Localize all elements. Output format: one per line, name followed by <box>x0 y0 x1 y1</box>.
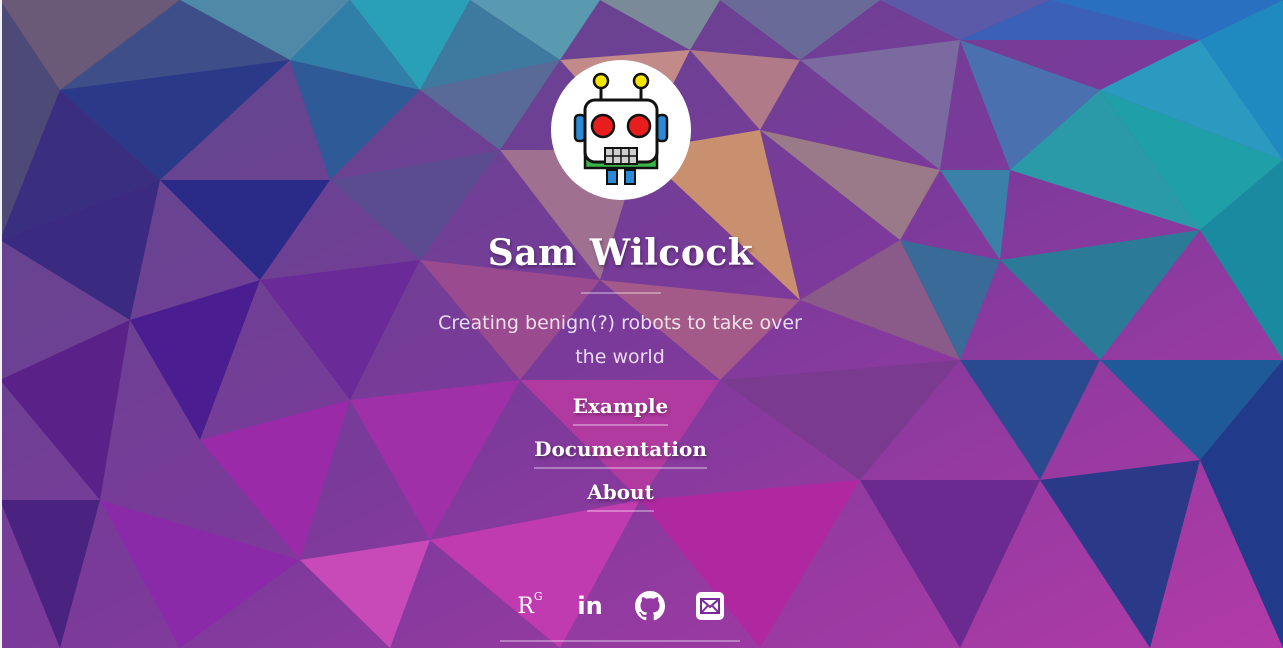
profile-card: Sam Wilcock Creating benign(?) robots to… <box>0 0 1283 648</box>
nav-link-about-label: About <box>587 480 654 512</box>
page: Sam Wilcock Creating benign(?) robots to… <box>0 0 1283 648</box>
linkedin-icon: in <box>577 592 603 620</box>
nav-link-example[interactable]: Example <box>0 394 1241 426</box>
title-divider <box>581 292 661 294</box>
researchgate-icon-r: R <box>517 593 534 619</box>
tagline-line-1: Creating benign(?) robots to take over <box>438 312 802 334</box>
main-nav: Example Documentation About <box>0 394 1241 523</box>
footer-divider <box>500 640 740 642</box>
tagline: Creating benign(?) robots to take over t… <box>420 306 820 374</box>
social-links: RG in <box>500 586 740 626</box>
nav-link-about[interactable]: About <box>0 480 1241 512</box>
nav-link-example-label: Example <box>572 394 669 426</box>
email-link[interactable] <box>692 588 728 624</box>
tagline-line-2: the world <box>575 346 665 368</box>
nav-link-documentation[interactable]: Documentation <box>0 437 1241 469</box>
researchgate-icon: RG <box>517 590 542 619</box>
avatar <box>551 60 691 200</box>
linkedin-link[interactable]: in <box>572 588 608 624</box>
email-icon <box>696 592 724 620</box>
researchgate-icon-g: G <box>533 590 543 604</box>
researchgate-link[interactable]: RG <box>512 588 548 624</box>
page-title: Sam Wilcock <box>487 232 754 274</box>
github-link[interactable] <box>632 588 668 624</box>
robot-icon <box>573 72 669 185</box>
github-icon <box>635 591 665 621</box>
nav-link-documentation-label: Documentation <box>534 437 707 469</box>
